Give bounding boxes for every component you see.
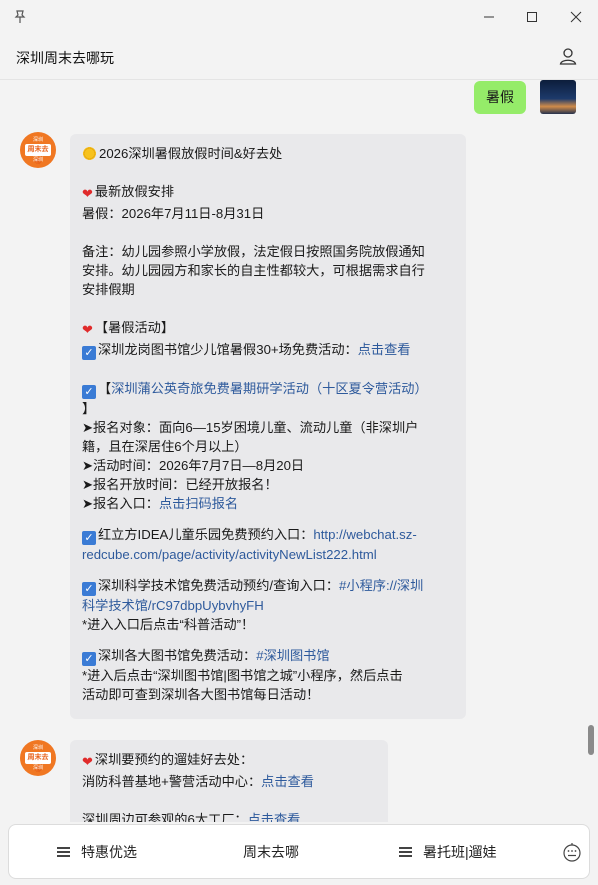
bot-avatar[interactable]: 深圳 周末去哪 深圳 <box>20 740 56 776</box>
detail-line: ➤活动时间：2026年7月7日—8月20日 <box>82 458 305 473</box>
heart-icon: ❤ <box>82 187 93 202</box>
section-title: 【暑假活动】 <box>94 320 175 335</box>
detail-line: 籍，且在深居住6个月以上） <box>82 439 248 454</box>
close-icon <box>570 11 582 23</box>
avatar-top-text: 深圳 <box>32 136 43 143</box>
my-message-bubble[interactable]: 暑假 <box>474 81 526 114</box>
menu-item-summer-care[interactable]: 暑托班|遛娃 <box>399 842 497 862</box>
menu-label: 周末去哪 <box>243 844 299 860</box>
menu-label: 暑托班|遛娃 <box>423 844 497 860</box>
avatar-top-text: 深圳 <box>32 744 43 751</box>
avatar-logo-text: 周末去哪 <box>25 751 51 773</box>
checkbox-icon: ✓ <box>82 346 96 360</box>
detail-line: 活动即可查到深圳各大图书馆每日活动！ <box>82 687 320 702</box>
message-title: 2026深圳暑假放假时间&好去处 <box>99 146 283 161</box>
minimize-button[interactable] <box>480 8 498 26</box>
checkbox-icon: ✓ <box>82 531 96 545</box>
menu-icon <box>399 846 413 858</box>
maximize-icon <box>527 12 537 22</box>
avatar-logo-text: 周末去哪 <box>25 143 51 165</box>
view-link[interactable]: 点击查看 <box>248 812 301 822</box>
activity-link[interactable]: 深圳蒲公英奇旅免费暑期研学活动（十区夏令营活动） <box>111 381 428 396</box>
maximize-button[interactable] <box>523 8 541 26</box>
vacation-dates: 暑假：2026年7月11日-8月31日 <box>82 206 265 221</box>
detail-line: ➤报名开放时间：已经开放报名！ <box>82 477 278 492</box>
menu-icon <box>57 846 71 858</box>
activity-text: 红立方IDEA儿童乐园免费预约入口： <box>98 527 314 542</box>
chat-header: 深圳周末去哪玩 <box>0 34 598 80</box>
activity-text: 深圳各大图书馆免费活动： <box>98 648 257 663</box>
signup-link[interactable]: 点击扫码报名 <box>159 496 238 511</box>
menu-item-deals[interactable]: 特惠优选 <box>57 842 137 862</box>
avatar-bottom-text: 深圳 <box>32 764 43 771</box>
checkbox-icon: ✓ <box>82 582 96 596</box>
section-title: 最新放假安排 <box>94 184 175 199</box>
bracket-text: 【 <box>98 381 112 396</box>
keyboard-icon[interactable] <box>562 842 582 862</box>
menu-label: 特惠优选 <box>81 844 137 860</box>
note-line: 备注：幼儿园参照小学放假，法定假日按照国务院放假通知 <box>82 244 425 259</box>
profile-icon[interactable] <box>558 46 578 66</box>
note-line: 安排。幼儿园园方和家长的自主性都较大，可根据需求自行 <box>82 263 425 278</box>
bot-avatar[interactable]: 深圳 周末去哪 深圳 <box>20 132 56 168</box>
activity-text: 深圳科学技术馆免费活动预约/查询入口： <box>98 578 340 593</box>
avatar-bottom-text: 深圳 <box>32 156 43 163</box>
bottom-menu: 特惠优选 周末去哪 暑托班|遛娃 <box>8 824 590 879</box>
my-avatar[interactable] <box>540 80 576 114</box>
detail-line: *进入入口后点击“科普活动”！ <box>82 617 255 632</box>
activity-text: 消防科普基地+警营活动中心： <box>82 774 262 789</box>
message-title: 深圳要预约的遛娃好去处： <box>94 752 254 767</box>
mini-program-link[interactable]: #小程序://深圳 <box>339 578 423 593</box>
minimize-icon <box>484 16 494 18</box>
activity-text: 深圳周边可参观的6大工厂： <box>82 812 248 822</box>
note-line: 安排假期 <box>82 282 135 297</box>
bot-message-bubble[interactable]: ❤ 深圳要预约的遛娃好去处： 消防科普基地+警营活动中心：点击查看 深圳周边可参观… <box>70 740 388 822</box>
heart-icon: ❤ <box>82 323 93 338</box>
bot-message-bubble[interactable]: 2026深圳暑假放假时间&好去处 ❤ 最新放假安排 暑假：2026年7月11日-8… <box>70 134 466 719</box>
scrollbar-thumb[interactable] <box>588 725 594 755</box>
my-message-text: 暑假 <box>486 89 514 105</box>
url-link[interactable]: http://webchat.sz- <box>313 527 416 542</box>
heart-icon: ❤ <box>82 755 93 770</box>
detail-line: ➤报名对象：面向6—15岁困境儿童、流动儿童（非深圳户 <box>82 420 419 435</box>
checkbox-icon: ✓ <box>82 652 96 666</box>
library-link[interactable]: #深圳图书馆 <box>256 648 329 663</box>
activity-text: 深圳龙岗图书馆少儿馆暑假30+场免费活动： <box>98 342 358 357</box>
window-titlebar <box>0 0 598 34</box>
detail-line: *进入后点击“深圳图书馆|图书馆之城”小程序，然后点击 <box>82 668 403 683</box>
bracket-text: 】 <box>82 401 96 416</box>
url-link[interactable]: redcube.com/page/activity/activityNewLis… <box>82 547 377 562</box>
close-button[interactable] <box>567 8 585 26</box>
pin-icon[interactable] <box>12 9 28 25</box>
chat-messages[interactable]: 暑假 深圳 周末去哪 深圳 2026深圳暑假放假时间&好去处 ❤ 最新放假安排 暑… <box>0 80 598 822</box>
sun-icon <box>82 146 97 161</box>
menu-item-weekend[interactable]: 周末去哪 <box>243 842 299 862</box>
detail-line: ➤报名入口： <box>82 496 159 511</box>
view-link[interactable]: 点击查看 <box>261 774 314 789</box>
view-link[interactable]: 点击查看 <box>358 342 411 357</box>
chat-title: 深圳周末去哪玩 <box>16 50 114 66</box>
mini-program-link[interactable]: 科学技术馆/rC97dbpUybvhyFH <box>82 598 264 613</box>
checkbox-icon: ✓ <box>82 385 96 399</box>
